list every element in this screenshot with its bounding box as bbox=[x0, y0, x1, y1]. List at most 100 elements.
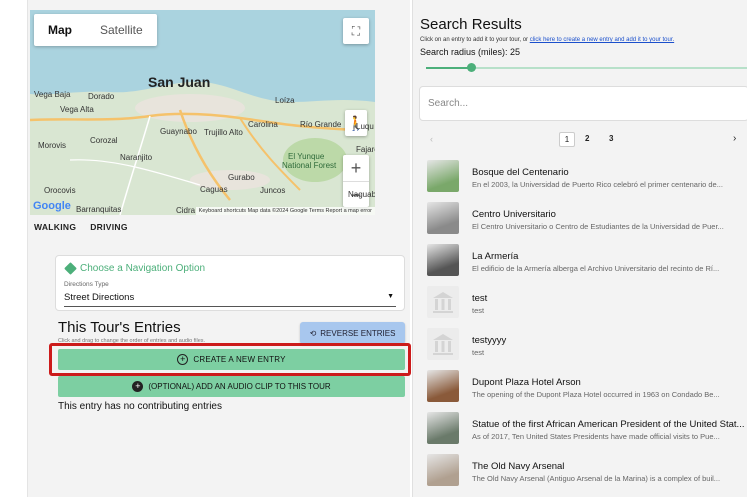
result-item[interactable]: test test bbox=[424, 284, 747, 320]
reverse-entries-button[interactable]: ⟲ REVERSE ENTRIES bbox=[300, 322, 405, 344]
map-label: Río Grande bbox=[300, 120, 342, 129]
results-list: Bosque del Centenario En el 2003, la Univ… bbox=[424, 158, 747, 494]
page-3-button[interactable]: 3 bbox=[609, 134, 613, 143]
map-footer: Google Keyboard shortcuts Map data ©2024… bbox=[30, 200, 375, 215]
radius-slider-thumb[interactable] bbox=[466, 63, 476, 72]
result-title: Bosque del Centenario bbox=[472, 167, 569, 178]
zoom-controls: + − bbox=[343, 155, 369, 207]
result-thumbnail bbox=[427, 370, 459, 402]
result-title: Centro Universitario bbox=[472, 209, 556, 220]
tab-driving[interactable]: DRIVING bbox=[90, 222, 128, 232]
directions-type-value: Street Directions bbox=[64, 292, 135, 303]
building-placeholder-icon bbox=[427, 328, 459, 360]
result-title: Dupont Plaza Hotel Arson bbox=[472, 377, 581, 388]
result-title: testyyyy bbox=[472, 335, 507, 346]
map-label: Corozal bbox=[90, 136, 118, 145]
map-label: National Forest bbox=[282, 161, 337, 170]
swap-icon: ⟲ bbox=[309, 328, 317, 338]
tab-walking[interactable]: WALKING bbox=[34, 222, 76, 232]
map-view[interactable]: Map Satellite ⛶ 🚶 + − San Juan Vega Baja… bbox=[30, 10, 375, 215]
map-label: Loíza bbox=[275, 96, 295, 105]
navigation-option-label: Choose a Navigation Option bbox=[80, 263, 206, 274]
add-audio-clip-button[interactable]: + (OPTIONAL) ADD AN AUDIO CLIP TO THIS T… bbox=[58, 376, 405, 397]
create-entry-link[interactable]: click here to create a new entry and add… bbox=[530, 37, 674, 43]
result-description: test bbox=[472, 348, 485, 357]
fullscreen-icon[interactable]: ⛶ bbox=[343, 18, 369, 44]
map-label: Vega Alta bbox=[60, 105, 94, 114]
result-description: En el 2003, la Universidad de Puerto Ric… bbox=[472, 180, 723, 189]
result-thumbnail bbox=[427, 454, 459, 486]
search-instruction: Click on an entry to add it to your tour… bbox=[420, 37, 674, 43]
map-label: Naguabc bbox=[348, 190, 375, 199]
directions-type-label: Directions Type bbox=[64, 281, 109, 288]
directions-type-select[interactable]: Street Directions ▼ bbox=[64, 292, 396, 307]
map-label: Morovis bbox=[38, 141, 67, 150]
prev-page-button[interactable]: ‹ bbox=[430, 134, 433, 144]
map-label: Vega Baja bbox=[34, 90, 71, 99]
map-label: Trujillo Alto bbox=[204, 128, 243, 137]
next-page-button[interactable]: › bbox=[733, 133, 736, 144]
create-new-entry-label: CREATE A NEW ENTRY bbox=[193, 355, 286, 364]
map-label-san-juan: San Juan bbox=[148, 74, 211, 90]
map-label: Fajarc bbox=[356, 145, 375, 154]
search-results-title: Search Results bbox=[420, 16, 522, 33]
map-label: Carolina bbox=[248, 120, 278, 129]
radius-slider-fill bbox=[426, 67, 471, 69]
result-item[interactable]: Dupont Plaza Hotel Arson The opening of t… bbox=[424, 368, 747, 404]
result-title: La Armería bbox=[472, 251, 519, 262]
search-instruction-text: Click on an entry to add it to your tour… bbox=[420, 37, 530, 43]
search-input[interactable] bbox=[420, 87, 720, 120]
reverse-entries-label: REVERSE ENTRIES bbox=[320, 328, 396, 338]
result-thumbnail bbox=[427, 202, 459, 234]
google-logo: Google bbox=[33, 200, 71, 212]
navigation-option-header[interactable]: Choose a Navigation Option bbox=[64, 262, 206, 275]
map-tab-satellite[interactable]: Satellite bbox=[86, 14, 157, 46]
result-description: The Old Navy Arsenal (Antiguo Arsenal de… bbox=[472, 474, 721, 483]
result-title: The Old Navy Arsenal bbox=[472, 461, 565, 472]
directions-icon bbox=[64, 262, 77, 275]
no-entries-message: This entry has no contributing entries bbox=[58, 401, 222, 412]
map-label: Dorado bbox=[88, 92, 115, 101]
building-placeholder-icon bbox=[427, 286, 459, 318]
map-attribution[interactable]: Keyboard shortcuts Map data ©2024 Google… bbox=[195, 207, 375, 215]
result-description: test bbox=[472, 306, 485, 315]
map-label: Juncos bbox=[260, 186, 286, 195]
zoom-in-button[interactable]: + bbox=[343, 155, 369, 181]
navigation-option-card: Choose a Navigation Option Directions Ty… bbox=[55, 255, 405, 311]
result-item[interactable]: Centro Universitario El Centro Universita… bbox=[424, 200, 747, 236]
map-label: Orocovis bbox=[44, 186, 76, 195]
result-item[interactable]: The Old Navy Arsenal The Old Navy Arsenal… bbox=[424, 452, 747, 488]
result-thumbnail bbox=[427, 244, 459, 276]
add-circle-filled-icon: + bbox=[132, 381, 144, 392]
map-type-tabs: Map Satellite bbox=[34, 14, 157, 46]
search-box bbox=[419, 86, 747, 121]
left-sidebar-strip bbox=[0, 0, 28, 497]
add-circle-icon: + bbox=[177, 354, 189, 365]
result-description: As of 2017, Ten United States Presidents… bbox=[472, 432, 720, 441]
tour-entries-title: This Tour's Entries bbox=[58, 319, 181, 336]
result-item[interactable]: La Armería El edificio de la Armería albe… bbox=[424, 242, 747, 278]
result-item[interactable]: testyyyy test bbox=[424, 326, 747, 362]
page-1-button[interactable]: 1 bbox=[559, 132, 575, 147]
travel-mode-tabs: WALKING DRIVING bbox=[34, 222, 128, 232]
add-audio-clip-label: (OPTIONAL) ADD AN AUDIO CLIP TO THIS TOU… bbox=[148, 382, 331, 391]
result-description: The opening of the Dupont Plaza Hotel oc… bbox=[472, 390, 720, 399]
search-radius-label: Search radius (miles): 25 bbox=[420, 47, 521, 57]
page-2-button[interactable]: 2 bbox=[585, 134, 589, 143]
result-description: El edificio de la Armería alberga el Arc… bbox=[472, 264, 720, 273]
map-tab-map[interactable]: Map bbox=[34, 14, 86, 46]
map-label: Caguas bbox=[200, 185, 228, 194]
map-label: Gurabo bbox=[228, 173, 255, 182]
map-label: Guaynabo bbox=[160, 127, 197, 136]
result-item[interactable]: Statue of the first African American Pre… bbox=[424, 410, 747, 446]
result-title: Statue of the first African American Pre… bbox=[472, 419, 745, 430]
map-label: El Yunque bbox=[288, 152, 325, 161]
create-new-entry-button[interactable]: + CREATE A NEW ENTRY bbox=[58, 349, 405, 370]
map-label: Luqu bbox=[356, 122, 374, 131]
map-label: Naranjito bbox=[120, 153, 153, 162]
pagination: ‹ 1 2 3 › bbox=[426, 132, 744, 148]
result-thumbnail bbox=[427, 160, 459, 192]
result-thumbnail bbox=[427, 412, 459, 444]
result-title: test bbox=[472, 293, 488, 304]
result-item[interactable]: Bosque del Centenario En el 2003, la Univ… bbox=[424, 158, 747, 194]
